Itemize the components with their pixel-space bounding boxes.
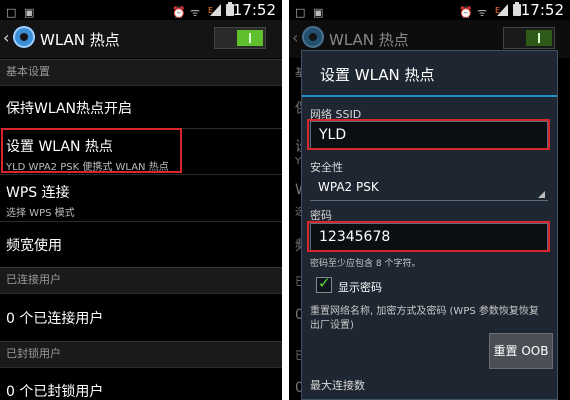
connected-users-item[interactable]: 0 个已连接用户 (0, 293, 282, 341)
security-value: WPA2 PSK (318, 180, 379, 194)
toggle-knob (237, 30, 263, 46)
left-screen: □ ▣ ⏰ ᯤ E 17:52 ‹ WLAN 热点 基本设置 保持WLAN热点开… (0, 0, 282, 400)
password-highlight-box (307, 221, 550, 252)
bandwidth-usage-item[interactable]: 频宽使用 (0, 221, 282, 267)
section-blocked-users: 已封锁用户 (0, 341, 282, 367)
reset-oob-button[interactable]: 重置 OOB (489, 333, 553, 369)
page-title: WLAN 热点 (40, 31, 120, 49)
hotspot-toggle[interactable] (214, 27, 266, 49)
clock: 17:52 (520, 1, 564, 19)
bandwidth-usage-label: 频宽使用 (6, 238, 62, 254)
signal-icon (210, 4, 221, 16)
wps-connect-item[interactable]: WPS 连接 选择 WPS 模式 (0, 174, 282, 221)
back-icon[interactable]: ‹ (3, 28, 9, 47)
reset-description: 重置网络名称, 加密方式及密码 (WPS 参数恢复恢复出厂设置) (310, 306, 539, 331)
right-screen: □ ▣ ⏰ ᯤ E 17:52 ‹ WLAN 热点 基 保 设 Y W 选 频 … (289, 0, 570, 400)
status-bar: □ ▣ ⏰ ᯤ E 17:52 (0, 0, 282, 20)
status-bar: □ ▣ ⏰ ᯤ E 17:52 (289, 0, 570, 20)
wps-connect-title: WPS 连接 (6, 185, 70, 201)
dropdown-caret-icon (538, 191, 545, 198)
blocked-users-item[interactable]: 0 个已封锁用户 (0, 367, 282, 400)
dialog-title-divider (302, 95, 557, 97)
show-password-label: 显示密码 (338, 281, 382, 294)
section-basic: 基本设置 (0, 59, 282, 85)
back-icon: ‹ (292, 28, 299, 47)
connected-users-count: 0 个已连接用户 (6, 311, 104, 327)
section-connected-users: 已连接用户 (0, 267, 282, 293)
blocked-users-count: 0 个已封锁用户 (6, 384, 104, 400)
page-title-dimmed: WLAN 热点 (329, 31, 409, 49)
settings-gear-icon (302, 26, 324, 48)
configure-hotspot-dialog: 设置 WLAN 热点 网络 SSID YLD 安全性 WPA2 PSK 密码 1… (301, 50, 558, 400)
max-connections-label: 最大连接数 (310, 379, 365, 392)
security-select[interactable]: WPA2 PSK (310, 175, 548, 201)
clock: 17:52 (232, 1, 276, 19)
keep-hotspot-on-item[interactable]: 保持WLAN热点开启 (0, 85, 282, 128)
hotspot-toggle-dimmed (503, 27, 555, 49)
keep-hotspot-on-label: 保持WLAN热点开启 (6, 101, 133, 117)
action-bar: ‹ WLAN 热点 (0, 20, 282, 58)
signal-icon (497, 4, 508, 16)
ssid-highlight-box (307, 119, 550, 150)
password-hint: 密码至少应包含 8 个字符。 (310, 259, 421, 269)
highlight-box (1, 128, 182, 173)
wps-connect-subtitle: 选择 WPS 模式 (6, 208, 75, 219)
toggle-knob (526, 30, 552, 46)
security-label: 安全性 (310, 161, 343, 174)
dialog-title: 设置 WLAN 热点 (320, 66, 435, 84)
show-password-checkbox[interactable]: ✓ (316, 274, 332, 293)
settings-gear-icon[interactable] (13, 26, 35, 48)
checkmark-icon: ✓ (318, 274, 331, 292)
